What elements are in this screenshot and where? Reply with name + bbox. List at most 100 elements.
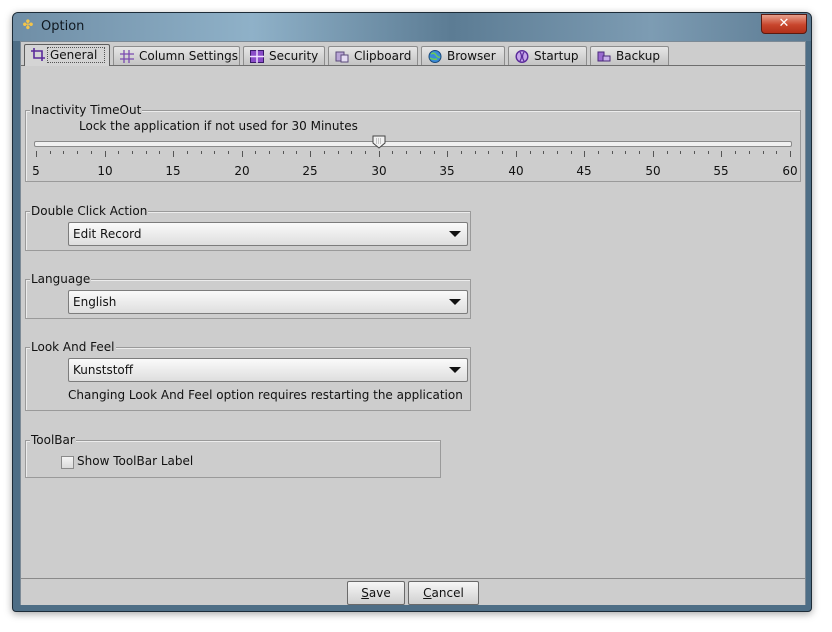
show-toolbar-label-checkbox[interactable] bbox=[61, 456, 74, 469]
language-combo[interactable]: English bbox=[68, 290, 468, 314]
chevron-down-icon bbox=[449, 299, 461, 305]
option-window: ✤ Option ✕ General Column Settings Secur… bbox=[12, 12, 812, 612]
slider-tick bbox=[146, 151, 147, 154]
double-click-legend: Double Click Action bbox=[30, 203, 149, 219]
slider-tick bbox=[447, 151, 448, 157]
slider-tick bbox=[283, 151, 284, 154]
slider-tick-label: 30 bbox=[371, 164, 387, 178]
slider-tick bbox=[721, 151, 722, 157]
tab-strip: General Column Settings Security Clipboa… bbox=[21, 42, 805, 66]
slider-tick bbox=[36, 151, 37, 157]
slider-tick bbox=[530, 151, 531, 154]
slider-tick bbox=[571, 151, 572, 154]
tab-clipboard[interactable]: Clipboard bbox=[328, 46, 418, 65]
look-and-feel-legend: Look And Feel bbox=[30, 339, 116, 355]
slider-tick bbox=[50, 151, 51, 154]
language-group: Language English bbox=[25, 271, 471, 319]
tab-browser[interactable]: Browser bbox=[421, 46, 505, 65]
clipboard-icon bbox=[335, 51, 349, 63]
chevron-down-icon bbox=[449, 367, 461, 373]
slider-tick bbox=[612, 151, 613, 154]
slider-tick bbox=[173, 151, 174, 157]
timeout-slider-track[interactable] bbox=[34, 141, 792, 147]
slider-tick bbox=[351, 151, 352, 154]
inactivity-legend: Inactivity TimeOut bbox=[30, 102, 143, 118]
slider-tick-label: 15 bbox=[165, 164, 181, 178]
tab-column-settings[interactable]: Column Settings bbox=[113, 46, 240, 65]
slider-tick bbox=[132, 151, 133, 154]
slider-tick bbox=[502, 151, 503, 154]
language-value: English bbox=[73, 295, 117, 309]
close-button[interactable]: ✕ bbox=[761, 14, 807, 34]
slider-tick bbox=[434, 151, 435, 154]
slider-tick bbox=[214, 151, 215, 154]
toolbar-group: ToolBar Show ToolBar Label bbox=[25, 432, 441, 478]
double-click-combo[interactable]: Edit Record bbox=[68, 222, 468, 246]
slider-tick bbox=[324, 151, 325, 154]
tab-startup[interactable]: Startup bbox=[508, 46, 587, 65]
slider-tick bbox=[749, 151, 750, 154]
slider-tick-label: 50 bbox=[645, 164, 661, 178]
slider-tick bbox=[708, 151, 709, 154]
slider-tick-label: 40 bbox=[508, 164, 524, 178]
slider-tick bbox=[776, 151, 777, 154]
slider-tick-label: 35 bbox=[439, 164, 455, 178]
slider-tick bbox=[516, 151, 517, 157]
look-and-feel-combo[interactable]: Kunststoff bbox=[68, 358, 468, 382]
slider-tick bbox=[105, 151, 106, 157]
slider-tick bbox=[406, 151, 407, 154]
slider-tick bbox=[63, 151, 64, 154]
crop-icon bbox=[31, 48, 45, 61]
timeout-label: Lock the application if not used for 30 … bbox=[79, 119, 358, 133]
slider-tick bbox=[296, 151, 297, 154]
slider-tick bbox=[584, 151, 585, 157]
chevron-down-icon bbox=[449, 231, 461, 237]
tab-security[interactable]: Security bbox=[243, 46, 325, 65]
slider-tick bbox=[201, 151, 202, 154]
slider-tick bbox=[625, 151, 626, 154]
toolbar-legend: ToolBar bbox=[30, 432, 76, 448]
backup-icon bbox=[597, 51, 611, 62]
slider-tick-label: 55 bbox=[713, 164, 729, 178]
slider-tick bbox=[77, 151, 78, 154]
look-and-feel-value: Kunststoff bbox=[73, 363, 134, 377]
globe-icon bbox=[428, 50, 442, 63]
slider-tick-label: 25 bbox=[302, 164, 318, 178]
dialog-client: General Column Settings Security Clipboa… bbox=[20, 41, 806, 605]
save-button[interactable]: Save bbox=[347, 581, 405, 605]
window-title: Option bbox=[41, 19, 85, 34]
slider-tick bbox=[543, 151, 544, 154]
app-icon: ✤ bbox=[22, 18, 34, 33]
slider-tick bbox=[598, 151, 599, 154]
slider-tick bbox=[694, 151, 695, 154]
general-panel: Inactivity TimeOut Lock the application … bbox=[21, 66, 805, 576]
cancel-button[interactable]: Cancel bbox=[408, 581, 479, 605]
double-click-group: Double Click Action Edit Record bbox=[25, 203, 471, 251]
tab-backup[interactable]: Backup bbox=[590, 46, 669, 65]
slider-tick bbox=[667, 151, 668, 154]
slider-tick bbox=[557, 151, 558, 154]
slider-tick bbox=[338, 151, 339, 154]
slider-tick-label: 10 bbox=[97, 164, 113, 178]
slider-tick bbox=[653, 151, 654, 157]
slider-tick-label: 60 bbox=[782, 164, 798, 178]
slider-tick bbox=[269, 151, 270, 154]
slider-tick-label: 5 bbox=[32, 164, 40, 178]
slider-tick bbox=[379, 151, 380, 157]
startup-icon bbox=[515, 50, 529, 63]
grid-icon bbox=[120, 50, 134, 63]
button-bar: Save Cancel bbox=[21, 578, 805, 605]
slider-tick bbox=[242, 151, 243, 157]
tab-general[interactable]: General bbox=[24, 44, 110, 66]
slider-tick bbox=[187, 151, 188, 154]
slider-tick bbox=[392, 151, 393, 154]
slider-tick bbox=[639, 151, 640, 154]
timeout-slider-thumb[interactable] bbox=[372, 135, 386, 149]
title-bar[interactable]: ✤ Option ✕ bbox=[13, 13, 811, 41]
inactivity-group: Inactivity TimeOut Lock the application … bbox=[25, 102, 801, 182]
security-icon bbox=[250, 50, 264, 63]
slider-tick bbox=[735, 151, 736, 154]
look-and-feel-group: Look And Feel Kunststoff Changing Look A… bbox=[25, 339, 471, 411]
show-toolbar-label-text[interactable]: Show ToolBar Label bbox=[77, 454, 193, 468]
slider-tick-label: 20 bbox=[234, 164, 250, 178]
